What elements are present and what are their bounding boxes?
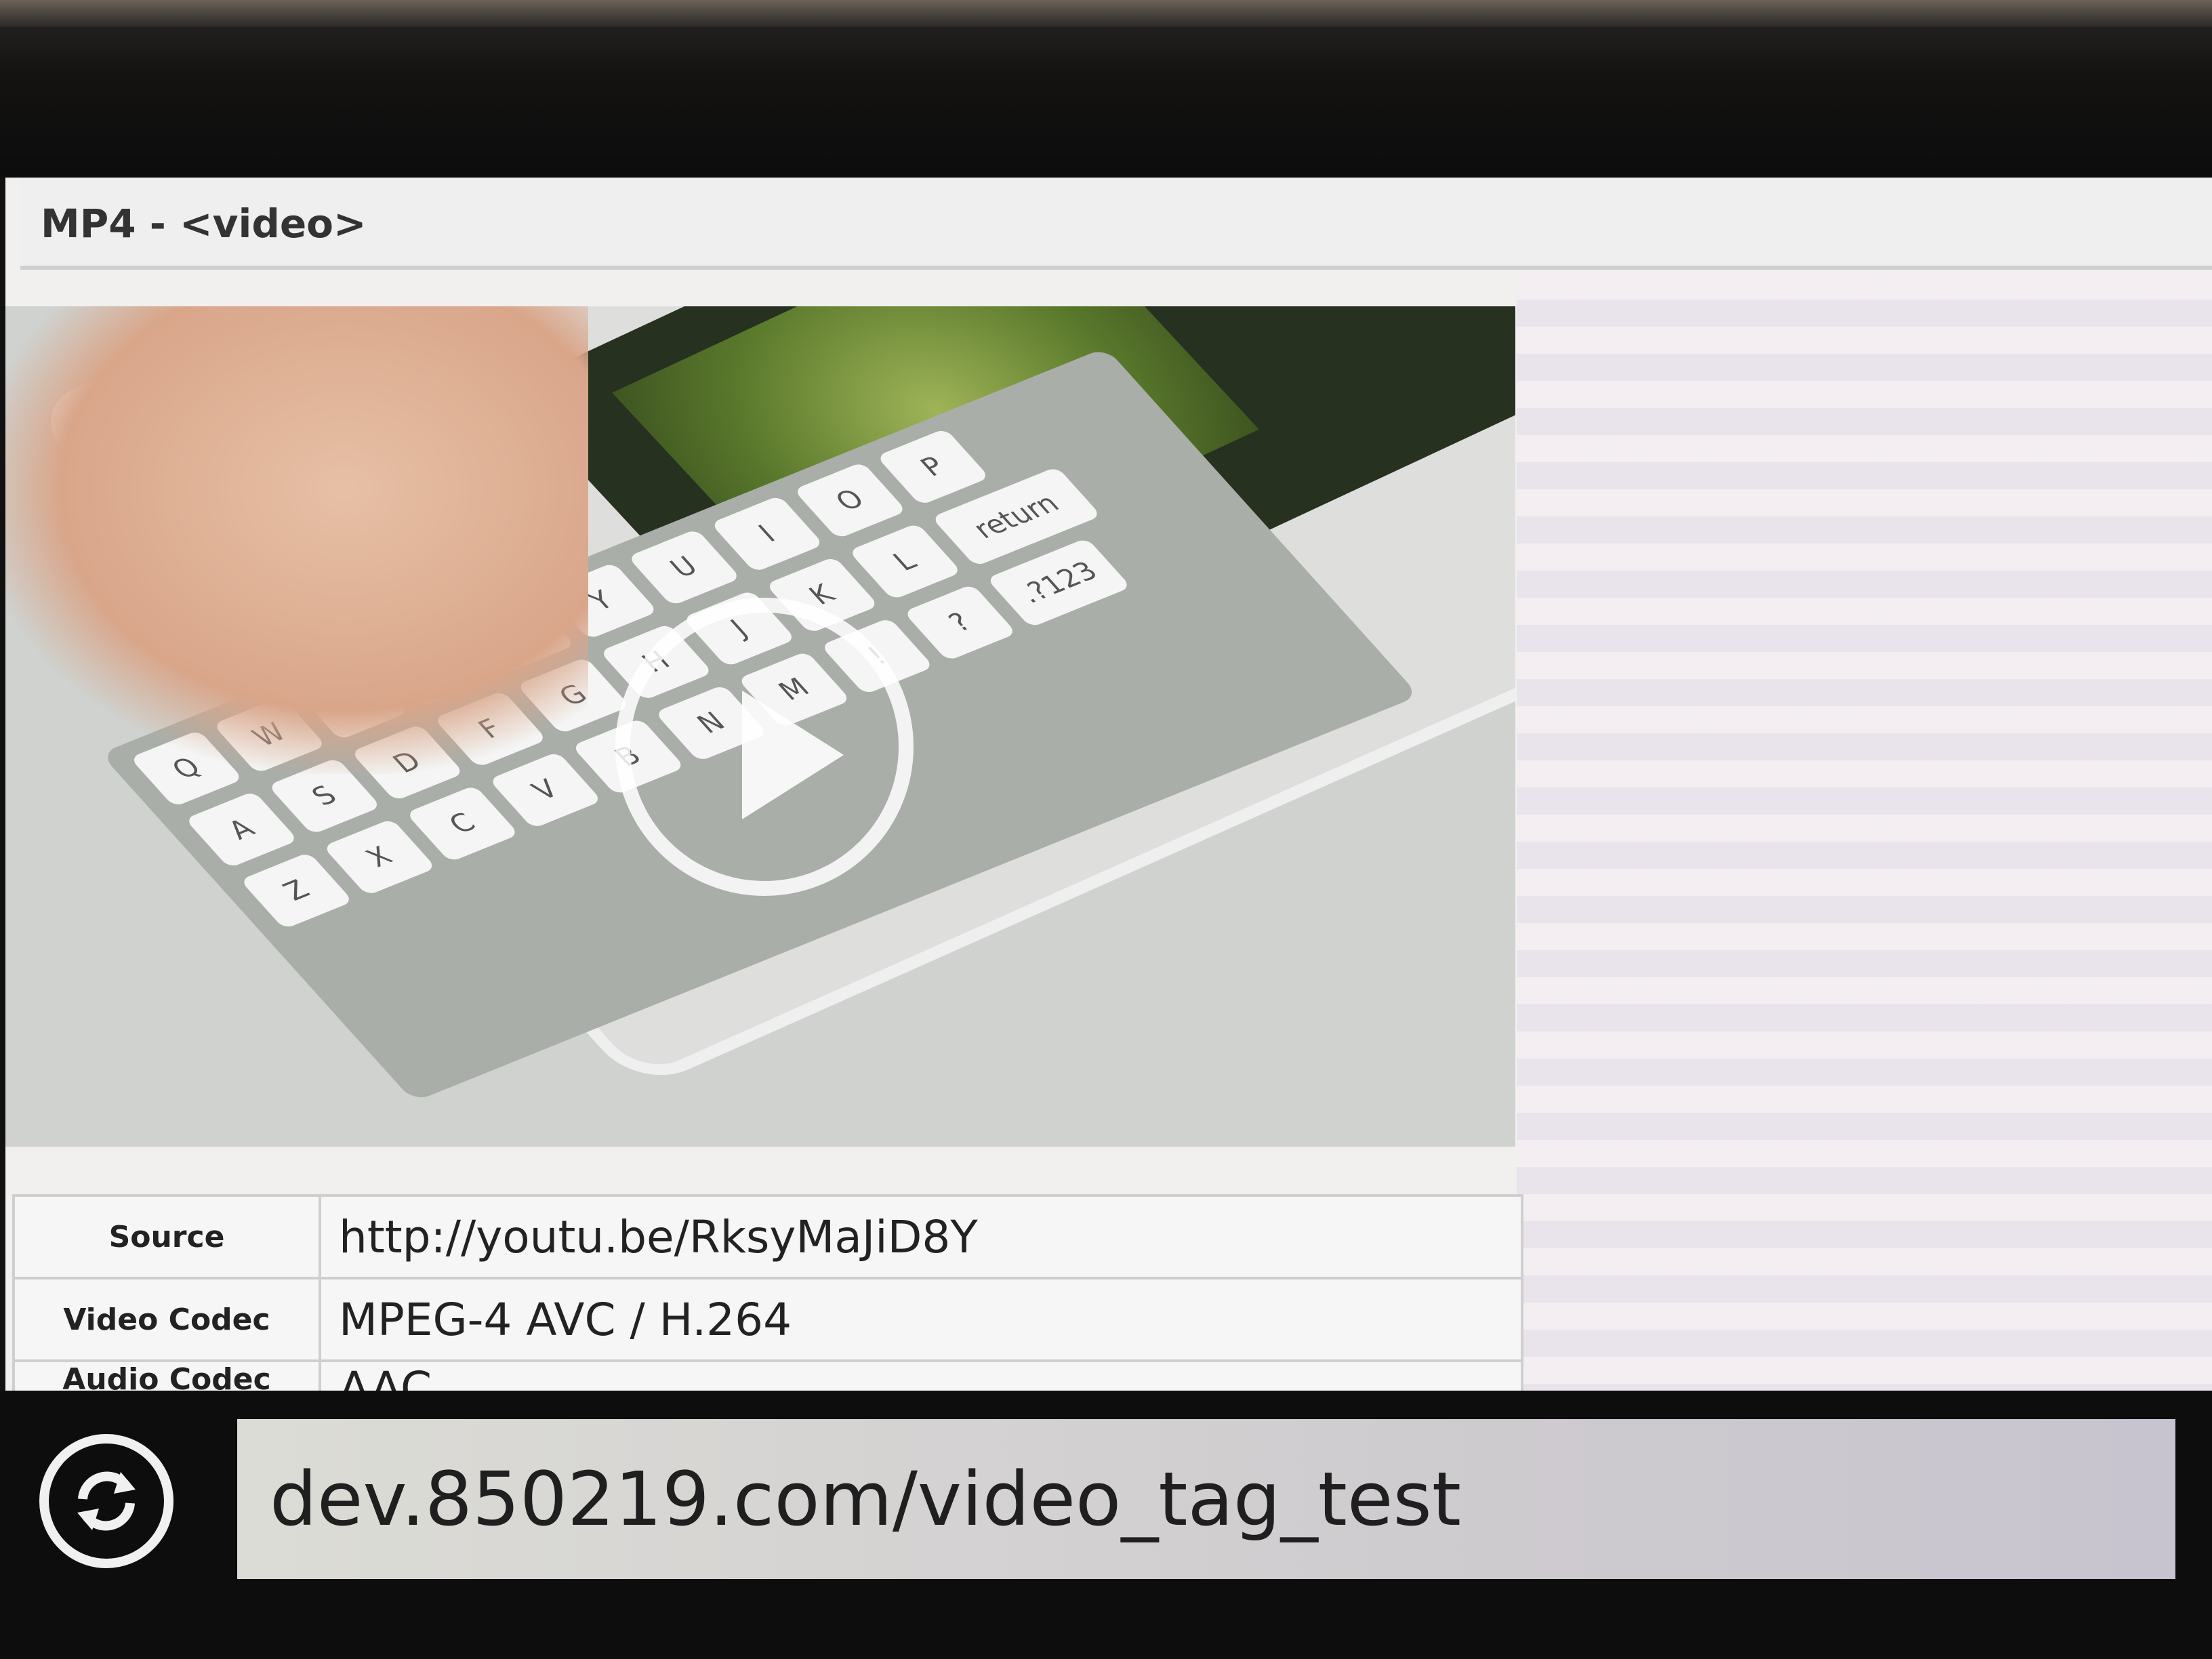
keyboard-key: C xyxy=(405,785,520,863)
info-value-video-codec: MPEG-4 AVC / H.264 xyxy=(319,1277,1523,1362)
refresh-button[interactable] xyxy=(39,1434,173,1568)
video-player[interactable]: Q W E R T Y U I O P A S D F G H J K L xyxy=(5,306,1515,1147)
info-label-audio-codec: Audio Codec xyxy=(12,1359,321,1391)
keyboard-key: ? xyxy=(903,583,1017,661)
video-info-table: Source http://youtu.be/RksyMaJiD8Y Video… xyxy=(12,1194,1523,1391)
refresh-icon xyxy=(77,1471,136,1531)
play-icon xyxy=(742,691,844,819)
info-value-audio-codec: AAC xyxy=(319,1359,1523,1391)
keyboard-key: X xyxy=(323,818,436,896)
info-label-video-codec: Video Codec xyxy=(12,1277,321,1362)
info-value-source: http://youtu.be/RksyMaJiD8Y xyxy=(319,1194,1523,1279)
play-button[interactable] xyxy=(615,598,914,896)
table-row: Audio Codec AAC xyxy=(12,1359,1523,1391)
video-poster-hand xyxy=(5,306,588,774)
info-label-source: Source xyxy=(12,1194,321,1279)
table-row: Source http://youtu.be/RksyMaJiD8Y xyxy=(12,1194,1523,1279)
bezel-edge xyxy=(0,0,2212,27)
browser-viewport: MP4 - <video> Q W E R T Y U I O P A S xyxy=(5,178,2212,1391)
address-bar[interactable]: dev.850219.com/video_tag_test xyxy=(237,1419,2175,1579)
browser-app-bar: dev.850219.com/video_tag_test xyxy=(0,1391,2212,1659)
section-title: MP4 - <video> xyxy=(41,201,367,247)
section-header: MP4 - <video> xyxy=(20,178,2212,270)
keyboard-key: Z xyxy=(239,852,354,930)
table-row: Video Codec MPEG-4 AVC / H.264 xyxy=(12,1277,1523,1362)
device-bezel xyxy=(0,0,2212,178)
screen-glare xyxy=(1517,272,2212,1391)
